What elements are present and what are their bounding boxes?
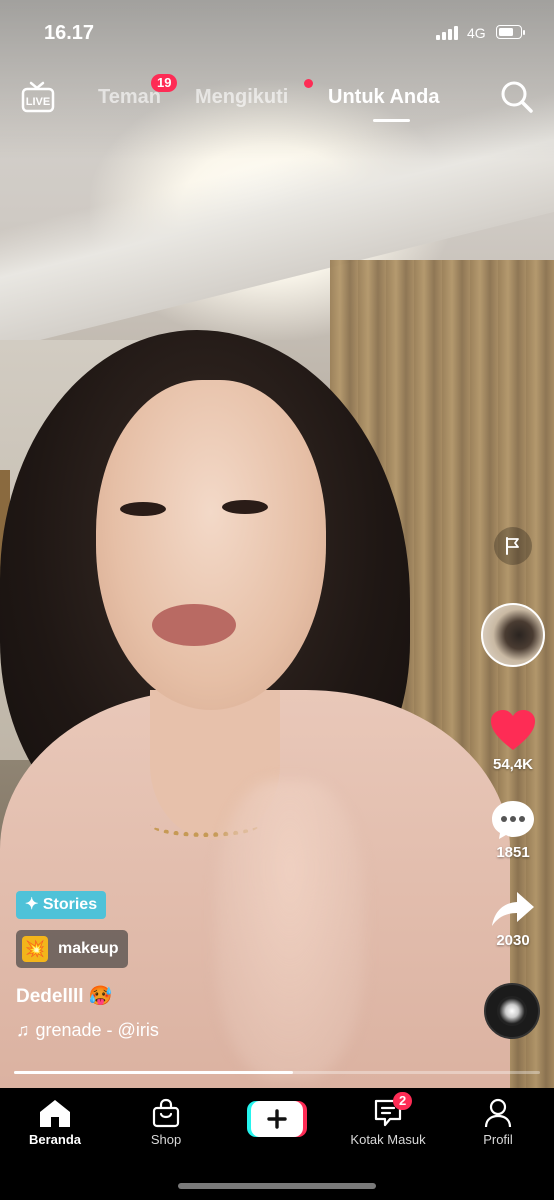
tab-untuk-anda[interactable]: Untuk Anda	[328, 86, 439, 109]
battery-level	[499, 28, 514, 36]
comment-icon	[492, 801, 534, 839]
share-button[interactable]: 2030	[473, 890, 553, 949]
music-note-icon: ♫	[16, 1020, 30, 1040]
search-button[interactable]	[500, 80, 534, 114]
nav-label-kotak-masuk: Kotak Masuk	[350, 1132, 426, 1147]
tab-teman[interactable]: Teman	[98, 86, 161, 109]
network-type: 4G	[467, 25, 486, 41]
like-count: 54,4K	[492, 756, 534, 773]
person-hand	[215, 780, 365, 1080]
video-progress-bar[interactable]	[14, 1071, 540, 1074]
inbox-badge: 2	[393, 1092, 413, 1110]
nav-kotak-masuk[interactable]: Kotak Masuk	[343, 1098, 433, 1147]
username-emoji: 🥵	[88, 986, 113, 1007]
flag-icon	[506, 537, 519, 555]
home-icon	[40, 1100, 70, 1127]
profile-icon	[484, 1098, 512, 1128]
report-button[interactable]	[494, 527, 532, 565]
mengikuti-dot	[304, 79, 313, 88]
music-link[interactable]: ♫ grenade - @iris	[16, 1020, 159, 1041]
tiktok-screen: 16.17 4G LIVE Teman Mengikuti Untuk Anda…	[0, 0, 554, 1200]
person-eye	[222, 500, 268, 514]
nav-profil[interactable]: Profil	[453, 1098, 543, 1147]
nav-label-shop: Shop	[150, 1132, 182, 1147]
create-button[interactable]	[247, 1101, 307, 1137]
status-bar: 16.17 4G	[0, 0, 554, 60]
home-indicator	[178, 1183, 376, 1189]
person-lips	[152, 604, 236, 646]
plus-icon	[267, 1109, 287, 1129]
like-button[interactable]: 54,4K	[473, 710, 553, 773]
feed-tabs: Teman Mengikuti Untuk Anda	[0, 84, 554, 124]
comment-count: 1851	[496, 844, 530, 861]
search-icon	[501, 81, 533, 113]
nav-beranda[interactable]: Beranda	[10, 1098, 100, 1147]
tab-mengikuti[interactable]: Mengikuti	[195, 86, 288, 109]
music-title: grenade - @iris	[35, 1020, 159, 1040]
status-time: 16.17	[44, 22, 95, 44]
person-face	[96, 380, 326, 710]
video-progress-fill	[14, 1071, 293, 1074]
stories-label: Stories	[42, 896, 98, 913]
nav-label-beranda: Beranda	[28, 1132, 82, 1147]
music-disc-icon	[497, 996, 527, 1026]
nav-label-profil: Profil	[483, 1132, 513, 1147]
topic-label: makeup	[58, 940, 119, 957]
video-player[interactable]	[0, 0, 554, 1088]
signal-icon	[436, 26, 462, 40]
nav-shop[interactable]: Shop	[121, 1098, 211, 1147]
topic-tag[interactable]: 💥 makeup	[16, 930, 129, 968]
comment-button[interactable]: 1851	[473, 800, 553, 861]
makeup-sparkle-icon: 💥	[22, 936, 48, 962]
username-text: Dedellll	[16, 986, 84, 1007]
battery-icon	[496, 25, 525, 39]
teman-badge: 19	[151, 74, 178, 92]
stories-tag[interactable]: ✦ Stories	[16, 891, 107, 919]
music-disc-button[interactable]	[484, 983, 540, 1039]
creator-avatar[interactable]	[481, 603, 545, 667]
person-eye	[120, 502, 166, 516]
shop-bag-icon	[152, 1098, 180, 1128]
share-icon	[492, 892, 534, 926]
heart-icon	[491, 710, 535, 750]
active-tab-indicator	[373, 119, 410, 122]
share-count: 2030	[496, 932, 530, 949]
username[interactable]: Dedellll 🥵	[16, 984, 113, 1008]
